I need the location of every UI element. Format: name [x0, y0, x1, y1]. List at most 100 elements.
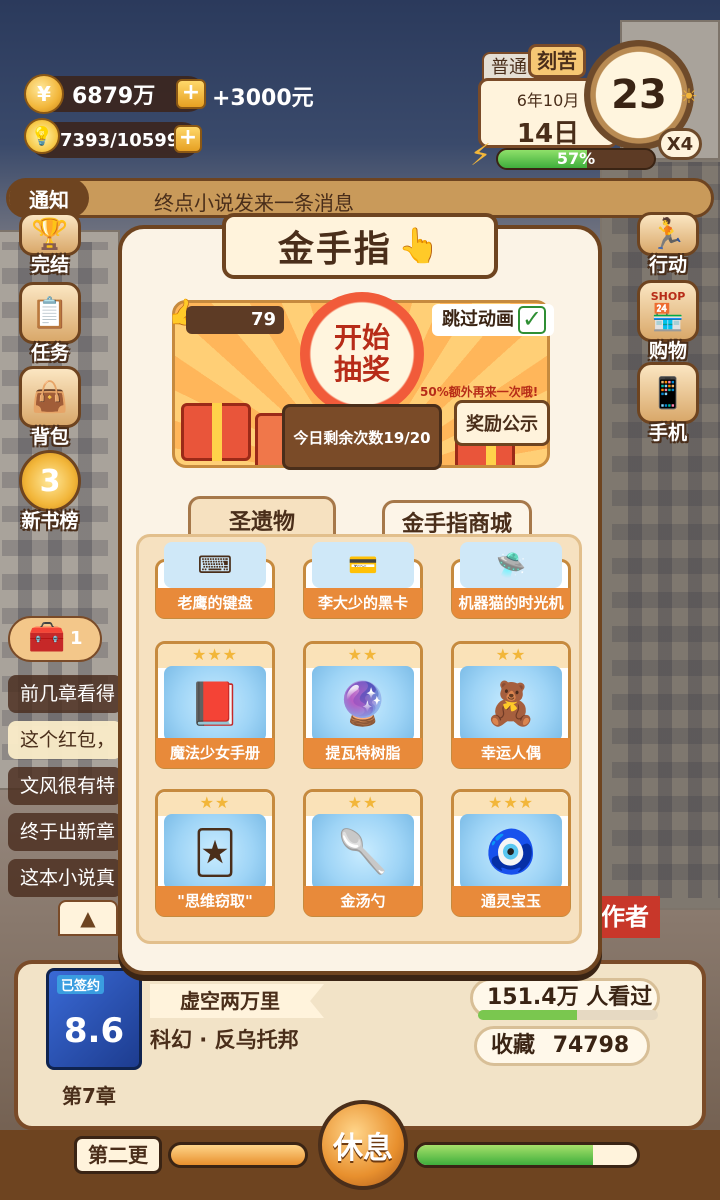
relic-name: 老鹰的键盘	[156, 588, 274, 618]
menu-tasks-label: 任务	[30, 342, 69, 364]
mode-hard-tab[interactable]: 刻苦	[528, 44, 586, 78]
update-button[interactable]: 第二更	[74, 1136, 162, 1174]
relic-card[interactable]: 🛸 机器猫的时光机	[451, 542, 571, 619]
book-cover[interactable]: 已签约 8.6	[46, 968, 142, 1070]
menu-new-books[interactable]: 3 新书榜	[14, 450, 86, 533]
energy-bar: 57%	[496, 148, 656, 170]
book-genre: 科幻 · 反乌托邦	[150, 1028, 299, 1052]
time-machine-icon: 🛸	[460, 542, 562, 588]
rarity-stars: ★★	[306, 792, 420, 816]
remaining-draws: 今日剩余次数19/20	[282, 404, 442, 470]
rarity-stars: ★★	[306, 644, 420, 668]
relic-name: 提瓦特树脂	[304, 738, 422, 768]
update-progress-left-fill	[171, 1145, 305, 1165]
menu-phone[interactable]: 📱 手机	[632, 362, 704, 445]
book-title: 虚空两万里	[150, 984, 324, 1018]
menu-shop[interactable]: SHOP 🏪 购物	[632, 280, 704, 363]
keyboard-icon: ⌨	[164, 542, 266, 588]
relic-name: 机器猫的时光机	[452, 588, 570, 618]
jade-icon: 🧿	[460, 814, 562, 890]
money-bonus: +3000元	[212, 86, 314, 111]
chat-collapse-button[interactable]: ▲	[58, 900, 118, 936]
relic-name: 通灵宝玉	[452, 886, 570, 916]
shop-tag: SHOP	[650, 289, 686, 303]
relic-name: 幸运人偶	[452, 738, 570, 768]
menu-tasks[interactable]: 📋 任务	[14, 282, 86, 365]
rarity-stars: ★★	[454, 644, 568, 668]
relic-card[interactable]: ⌨ 老鹰的键盘	[155, 542, 275, 619]
views-progress-fill	[478, 1010, 577, 1020]
chat-line[interactable]: 这本小说真	[8, 859, 122, 897]
book-status-tag: 已签约	[57, 975, 105, 994]
rest-button[interactable]: 休息	[318, 1100, 408, 1190]
update-progress-right-fill	[417, 1145, 593, 1165]
bonus-note: 50%额外再来一次哦!	[420, 385, 539, 399]
relic-name: 魔法少女手册	[156, 738, 274, 768]
lottery-score: 79	[186, 306, 284, 334]
treasure-chest-icon: 🧰	[28, 620, 66, 655]
rarity-stars: ★★★	[454, 792, 568, 816]
relic-card[interactable]: 💳 李大少的黑卡	[303, 542, 423, 619]
gift-box-icon	[181, 403, 251, 461]
notice-text: 终点小说发来一条消息	[154, 191, 354, 215]
menu-action[interactable]: 🏃 行动	[632, 212, 704, 277]
menu-finish-label: 完结	[30, 254, 69, 276]
treasure-button[interactable]: 🧰 1	[8, 616, 102, 662]
lightbulb-icon: 💡	[24, 118, 60, 154]
views-progress	[478, 1010, 658, 1020]
reward-list-button[interactable]: 奖励公示	[454, 400, 550, 446]
relic-card[interactable]: ★★ 🃏 "思维窃取"	[155, 789, 275, 917]
sun-icon: ☀	[680, 84, 698, 108]
favorites-pill: 收藏 74798	[474, 1026, 650, 1066]
medal-icon: 3	[19, 450, 81, 512]
bag-icon: 👜	[19, 366, 81, 428]
relic-card[interactable]: ★★★ 🧿 通灵宝玉	[451, 789, 571, 917]
black-card-icon: 💳	[312, 542, 414, 588]
chat-line[interactable]: 终于出新章	[8, 813, 122, 851]
chapter-label: 第7章	[62, 1084, 116, 1108]
relic-card[interactable]: ★★ 🧸 幸运人偶	[451, 641, 571, 769]
relic-name: "思维窃取"	[156, 886, 274, 916]
checklist-icon: 📋	[19, 282, 81, 344]
chat-line[interactable]: 文风很有特	[8, 767, 122, 805]
menu-bag[interactable]: 👜 背包	[14, 366, 86, 449]
lightning-icon: ⚡	[470, 138, 492, 173]
relic-card[interactable]: ★★★ 📕 魔法少女手册	[155, 641, 275, 769]
resin-icon: 🔮	[312, 666, 414, 742]
rarity-stars: ★★★	[158, 644, 272, 668]
speed-button[interactable]: X4	[658, 128, 702, 160]
add-money-button[interactable]: +	[176, 79, 206, 109]
energy-percent: 57%	[556, 149, 596, 168]
chat-line[interactable]: 这个红包，	[8, 721, 122, 759]
menu-shop-label: 购物	[648, 340, 687, 362]
chat-line[interactable]: 前几章看得	[8, 675, 122, 713]
book-rating: 8.6	[63, 1011, 125, 1051]
skip-animation-checkbox[interactable]: ✓	[518, 306, 546, 334]
menu-phone-label: 手机	[648, 422, 687, 444]
doll-icon: 🧸	[460, 666, 562, 742]
pointing-hand-icon: 👆	[397, 226, 443, 266]
notice-bar[interactable]: 通知 终点小说发来一条消息	[6, 178, 714, 218]
relic-name: 金汤勺	[304, 886, 422, 916]
start-draw-button[interactable]: 开始抽奖	[300, 292, 424, 416]
relic-card[interactable]: ★★ 🥄 金汤勺	[303, 789, 423, 917]
shop-icon: SHOP 🏪	[637, 280, 699, 342]
menu-bag-label: 背包	[30, 426, 69, 448]
phone-icon: 📱	[637, 362, 699, 424]
update-progress-right	[414, 1142, 640, 1168]
menu-finish[interactable]: 🏆 完结	[14, 212, 86, 277]
menu-action-label: 行动	[648, 254, 687, 276]
update-progress-left	[168, 1142, 308, 1168]
book-icon: 📕	[164, 666, 266, 742]
views-count: 151.4万 人看过	[487, 985, 653, 1010]
favorites-label: 收藏	[491, 1033, 536, 1058]
add-ideas-button[interactable]: +	[174, 125, 202, 153]
money-value: 6879万	[72, 84, 156, 109]
favorites-count: 74798	[552, 1033, 630, 1058]
modal-title: 金手指 👆	[222, 213, 498, 279]
relic-card[interactable]: ★★ 🔮 提瓦特树脂	[303, 641, 423, 769]
card-icon: 🃏	[164, 814, 266, 890]
ideas-value: 7393/10599	[60, 129, 180, 151]
relic-shelf: ⌨ 老鹰的键盘 💳 李大少的黑卡 🛸 机器猫的时光机 ★★★ 📕 魔法少女手册 …	[136, 534, 582, 944]
coin-icon: ¥	[24, 74, 64, 114]
